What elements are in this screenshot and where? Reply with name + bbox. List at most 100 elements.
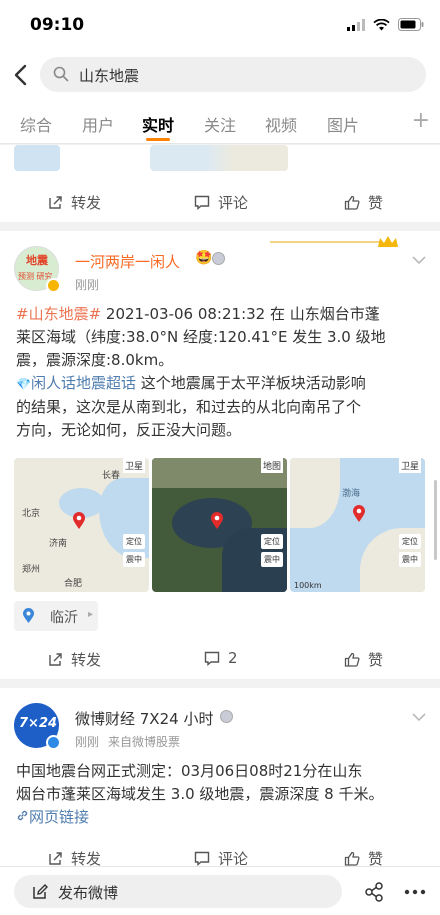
map-thumbnail[interactable]: 渤海 卫星 定位 震中 100km bbox=[290, 458, 425, 592]
map-controls: 定位 震中 bbox=[261, 534, 283, 567]
map-label: 合肥 bbox=[64, 579, 83, 589]
map-thumbnail[interactable] bbox=[150, 145, 288, 171]
repost-button[interactable]: 转发 bbox=[48, 649, 101, 670]
post-text-line: 震，震源深度:8.0km。 bbox=[16, 351, 174, 369]
map-control: 定位 bbox=[123, 534, 145, 549]
tab-images[interactable]: 图片 bbox=[327, 112, 359, 136]
comment-icon bbox=[194, 851, 210, 866]
like-button[interactable]: 赞 bbox=[344, 649, 383, 670]
comment-button[interactable]: 评论 bbox=[194, 192, 248, 213]
map-controls: 定位 震中 bbox=[123, 534, 145, 567]
comment-count: 2 bbox=[228, 649, 238, 667]
action-bar: 转发 2 赞 bbox=[0, 639, 440, 679]
map-thumbnail[interactable] bbox=[14, 145, 60, 171]
repost-label: 转发 bbox=[71, 651, 102, 669]
link-icon bbox=[17, 810, 28, 821]
edit-icon bbox=[33, 884, 48, 899]
tab-video[interactable]: 视频 bbox=[265, 112, 297, 136]
bottom-bar: 发布微博 bbox=[0, 866, 440, 915]
comment-icon bbox=[194, 195, 210, 210]
location-chip[interactable]: 临沂 ▸ bbox=[14, 601, 98, 631]
comment-button[interactable]: 2 bbox=[204, 649, 238, 667]
like-button[interactable]: 赞 bbox=[344, 192, 383, 213]
back-arrow-icon[interactable] bbox=[10, 62, 32, 88]
repost-icon bbox=[49, 196, 62, 209]
compose-post-button[interactable]: 发布微博 bbox=[14, 875, 342, 908]
more-tabs-button[interactable]: + bbox=[412, 108, 430, 133]
post-card-previous: 转发 评论 赞 bbox=[0, 145, 440, 222]
repost-icon bbox=[49, 852, 62, 865]
map-pin-icon bbox=[73, 512, 85, 529]
repost-icon bbox=[49, 653, 62, 666]
land-area bbox=[290, 458, 340, 528]
post-text-line: 中国地震台网正式测定：03月06日08时21分在山东 bbox=[16, 762, 363, 780]
map-control: 定位 bbox=[261, 534, 283, 549]
compose-post-label: 发布微博 bbox=[58, 884, 119, 902]
decorative-banner-icon bbox=[270, 236, 398, 247]
chevron-down-icon[interactable] bbox=[412, 255, 426, 265]
share-icon[interactable] bbox=[364, 882, 384, 902]
membership-medal-icon bbox=[220, 710, 233, 723]
map-label: 北京 bbox=[22, 509, 41, 519]
emoji-badge-icon: 🤩 bbox=[195, 250, 213, 266]
post-text-line: 莱区海域（纬度:38.0°N 经度:120.41°E 发生 3.0 级地 bbox=[16, 328, 386, 346]
map-pin-icon bbox=[353, 505, 365, 522]
post-time: 刚刚 bbox=[75, 735, 100, 749]
avatar-text: 7×24 bbox=[19, 716, 58, 731]
post-text: #山东地震# 2021-03-06 08:21:32 在 山东烟台市蓬 莱区海域… bbox=[16, 303, 428, 442]
active-tab-indicator bbox=[146, 138, 170, 141]
membership-medal-icon bbox=[212, 252, 225, 265]
supertopic-link[interactable]: 💎闲人话地震超话 bbox=[16, 374, 136, 392]
verified-badge-icon bbox=[46, 735, 61, 750]
comment-label: 评论 bbox=[218, 194, 249, 212]
tab-bar: 综合 用户 实时 关注 视频 图片 + bbox=[0, 102, 440, 144]
post-source: 来自微博股票 bbox=[108, 735, 181, 749]
thumbs-up-icon bbox=[344, 195, 360, 210]
map-label: 渤海 bbox=[342, 489, 361, 499]
supertopic-label: 闲人话地震超话 bbox=[30, 374, 136, 392]
battery-icon bbox=[398, 18, 424, 31]
verified-badge-icon bbox=[46, 278, 61, 293]
repost-label: 转发 bbox=[71, 194, 102, 212]
signal-icon bbox=[347, 18, 365, 31]
status-icons bbox=[347, 18, 424, 31]
map-thumbnail[interactable]: 地图 定位 震中 bbox=[152, 458, 287, 592]
post-text-line: 方向，无论如何，反正没大问题。 bbox=[16, 421, 242, 439]
chevron-down-icon[interactable] bbox=[412, 712, 426, 722]
scrollbar[interactable] bbox=[434, 480, 437, 560]
tab-users[interactable]: 用户 bbox=[82, 112, 114, 136]
more-icon[interactable] bbox=[404, 889, 426, 895]
repost-button[interactable]: 转发 bbox=[48, 192, 101, 213]
tab-following[interactable]: 关注 bbox=[204, 112, 236, 136]
search-input[interactable]: 山东地震 bbox=[40, 57, 426, 92]
map-layer-button: 卫星 bbox=[398, 458, 421, 473]
like-label: 赞 bbox=[368, 651, 384, 669]
post-card: 7×24 微博财经 7X24 小时 刚刚 来自微博股票 中国地震台网正式测定：0… bbox=[0, 688, 440, 868]
post-text: 中国地震台网正式测定：03月06日08时21分在山东 烟台市蓬莱区海域发生 3.… bbox=[16, 760, 428, 829]
location-pin-icon bbox=[23, 608, 34, 623]
topic-link[interactable]: #山东地震# bbox=[16, 305, 101, 323]
action-bar: 转发 评论 赞 bbox=[0, 182, 440, 222]
thumbs-up-icon bbox=[344, 851, 360, 866]
map-label: 长春 bbox=[102, 471, 121, 481]
search-query: 山东地震 bbox=[79, 67, 140, 85]
username[interactable]: 一河两岸一闲人 bbox=[75, 251, 180, 272]
tab-realtime[interactable]: 实时 bbox=[142, 112, 174, 136]
web-link[interactable]: 网页链接 bbox=[16, 806, 428, 829]
map-layer-button: 地图 bbox=[260, 458, 283, 473]
post-text-line: 这个地震属于太平洋板块活动影响 bbox=[135, 374, 366, 392]
post-time: 刚刚 bbox=[75, 278, 100, 292]
status-time: 09:10 bbox=[30, 15, 85, 35]
post-text-line: 2021-03-06 08:21:32 在 山东烟台市蓬 bbox=[101, 305, 380, 323]
avatar-text: 地震 bbox=[26, 254, 48, 267]
search-bar: 山东地震 bbox=[0, 48, 440, 102]
search-icon bbox=[53, 66, 69, 82]
post-text-line: 的结果，这次是从南到北，和过去的从北向南吊了个 bbox=[16, 398, 362, 416]
username[interactable]: 微博财经 7X24 小时 bbox=[75, 708, 213, 729]
comment-icon bbox=[204, 651, 220, 666]
tab-comprehensive[interactable]: 综合 bbox=[20, 112, 52, 136]
map-thumbnail[interactable]: 北京 济南 长春 郑州 合肥 卫星 定位 震中 bbox=[14, 458, 149, 592]
map-control: 震中 bbox=[261, 552, 283, 567]
location-label: 临沂 bbox=[50, 610, 78, 626]
thumbs-up-icon bbox=[344, 652, 360, 667]
